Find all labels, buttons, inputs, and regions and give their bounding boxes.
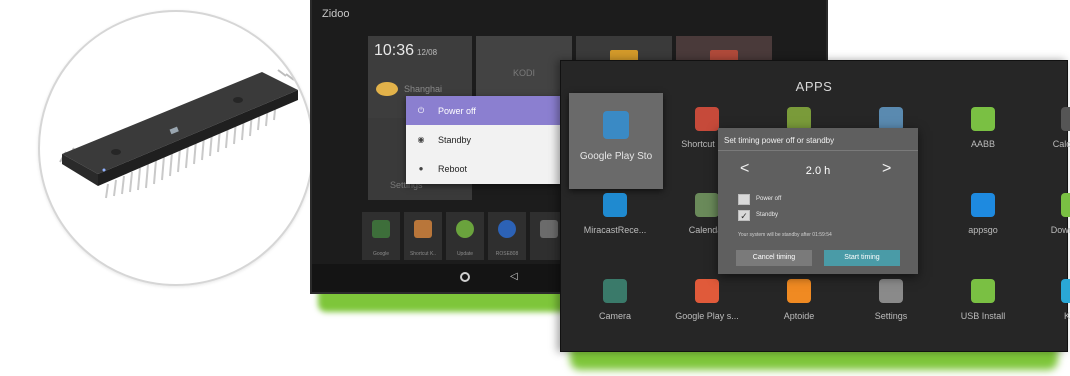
- dialog-divider: [718, 150, 918, 151]
- standby-checkbox[interactable]: ✓: [738, 210, 750, 221]
- app-tile[interactable]: Camera: [569, 271, 661, 353]
- calculator-icon: [1061, 107, 1070, 131]
- app-tile-label: Settings: [874, 311, 908, 321]
- app-icon: [456, 220, 474, 238]
- cancel-timing-button[interactable]: Cancel timing: [736, 250, 812, 266]
- weather-city: Shanghai: [404, 84, 443, 94]
- reboot-option[interactable]: ● Reboot: [406, 154, 562, 183]
- app-tile[interactable]: MiracastRece...: [569, 185, 661, 267]
- kodi-icon: [1061, 279, 1070, 303]
- power-menu: ⏻ Power off ◉ Standby ● Reboot: [406, 96, 562, 184]
- app-tile-label: Downloads: [1050, 225, 1070, 235]
- dock-item-label: ROSE808: [495, 251, 519, 257]
- app-tile-label: Kodi: [1063, 311, 1070, 321]
- dock-item[interactable]: ROSE808: [488, 212, 526, 260]
- brand-logo: Zidoo: [322, 8, 350, 20]
- android-icon: [971, 107, 995, 131]
- play-games-icon: [695, 279, 719, 303]
- dock-item-label: Google: [372, 251, 390, 257]
- app-icon: [414, 220, 432, 238]
- power-off-checkbox-label: Power off: [756, 196, 782, 202]
- dock-item-label: Update: [456, 251, 474, 257]
- weather-icon: [376, 82, 398, 96]
- dock-item[interactable]: Update: [446, 212, 484, 260]
- clock-time: 10:36 12/08: [374, 42, 438, 59]
- start-timing-button[interactable]: Start timing: [824, 250, 900, 266]
- dock-row: Google Shortcut K.. Update ROSE808: [362, 212, 568, 260]
- home-icon[interactable]: [460, 272, 470, 282]
- app-tile[interactable]: Kodi: [1027, 271, 1070, 353]
- app-tile-label: Camera: [598, 311, 631, 321]
- power-icon: ⏻: [417, 105, 425, 115]
- app-tile-label: USB Install: [960, 311, 1006, 321]
- timing-dialog: Set timing power off or standby < 2.0 h …: [718, 128, 918, 274]
- app-tile[interactable]: Downloads: [1027, 185, 1070, 267]
- back-icon[interactable]: ◁: [510, 271, 518, 282]
- app-tile[interactable]: Calculator: [1027, 99, 1070, 181]
- standby-option[interactable]: ◉ Standby: [406, 125, 562, 154]
- download-icon: [1061, 193, 1070, 217]
- miracast-icon: [603, 193, 627, 217]
- app-tile[interactable]: Google Play s...: [661, 271, 753, 353]
- app-tile-label: appsgo: [968, 225, 998, 235]
- app-icon: [540, 220, 558, 238]
- kodi-tile-label: KODI: [512, 68, 535, 78]
- app-tile[interactable]: Settings: [845, 271, 937, 353]
- apps-title: APPS: [795, 79, 833, 94]
- app-tile-label: Google Play s...: [675, 311, 739, 321]
- app-tile-label: MiracastRece...: [583, 225, 647, 235]
- calendar-icon: [695, 193, 719, 217]
- dialog-title: Set timing power off or standby: [724, 136, 835, 145]
- app-tile-label: Aptoide: [783, 311, 815, 321]
- dock-item[interactable]: Shortcut K..: [404, 212, 442, 260]
- dock-item-label: Shortcut K..: [409, 251, 437, 257]
- app-tile-label: Google Play Sto: [579, 151, 653, 162]
- power-off-label: Power off: [438, 105, 476, 116]
- usb-install-icon: [971, 279, 995, 303]
- app-icon: [372, 220, 390, 238]
- app-tile-label: Calculator: [1052, 139, 1070, 149]
- app-tile[interactable]: Google Play Sto: [569, 93, 663, 189]
- appsgo-icon: [971, 193, 995, 217]
- dock-item[interactable]: Google: [362, 212, 400, 260]
- standby-checkbox-label: Standby: [756, 212, 779, 218]
- app-tile[interactable]: Aptoide: [753, 271, 845, 353]
- reboot-label: Reboot: [438, 163, 468, 174]
- app-tile[interactable]: USB Install: [937, 271, 1029, 353]
- gear-icon: [879, 279, 903, 303]
- standby-label: Standby: [438, 134, 472, 145]
- aptoide-icon: [787, 279, 811, 303]
- standby-countdown-note: Your system will be standby after 01:59:…: [738, 232, 832, 238]
- increase-arrow-icon[interactable]: >: [882, 160, 891, 178]
- app-tile[interactable]: AABB: [937, 99, 1029, 181]
- standby-icon: ◉: [417, 135, 425, 144]
- camera-icon: [603, 279, 627, 303]
- app-tile[interactable]: appsgo: [937, 185, 1029, 267]
- app-tile-label: AABB: [970, 139, 995, 149]
- reboot-icon: ●: [418, 164, 424, 173]
- dip-chip-illustration: [59, 69, 298, 199]
- play-store-icon: [603, 111, 629, 139]
- chip-product-image: [38, 10, 314, 286]
- app-icon: [498, 220, 516, 238]
- power-off-option[interactable]: ⏻ Power off: [406, 96, 562, 125]
- power-off-checkbox[interactable]: [738, 194, 750, 205]
- shortcut-icon: [695, 107, 719, 131]
